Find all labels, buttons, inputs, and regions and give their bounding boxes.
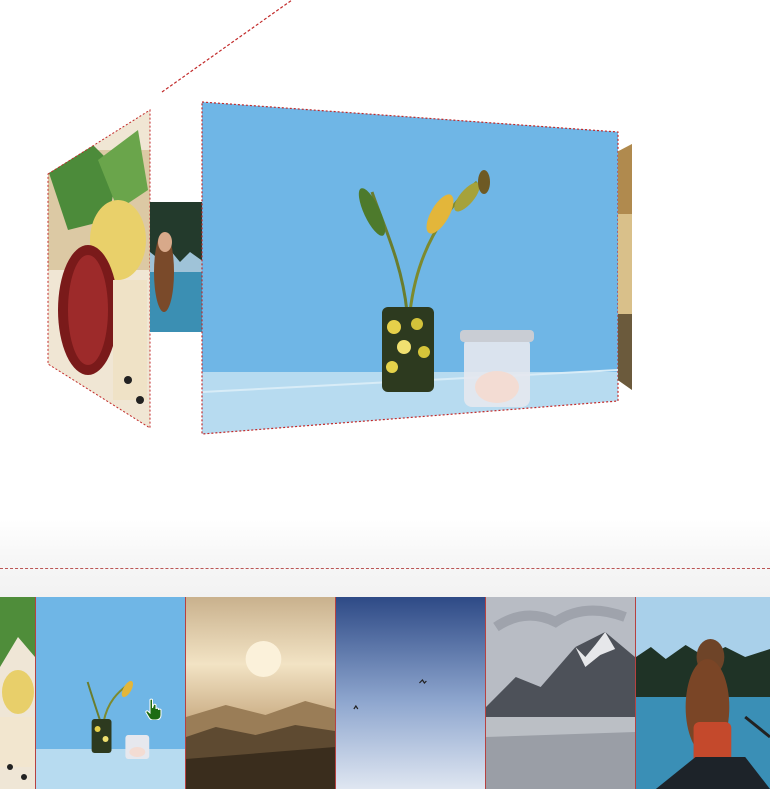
- thumbnail-divider-band: [0, 520, 770, 597]
- carousel-panel-side-edge[interactable]: [618, 144, 632, 390]
- carousel-panel-woman-lake[interactable]: [150, 202, 204, 332]
- carousel-stage: [0, 0, 770, 560]
- thumbnail-vegetables[interactable]: [0, 597, 35, 789]
- thumbnail-misty-mountain[interactable]: [485, 597, 635, 789]
- thumbnail-sunset-mountains[interactable]: [185, 597, 335, 789]
- thumbnail-plant-vase[interactable]: [35, 597, 185, 789]
- thumbnail-birds-sky[interactable]: [335, 597, 485, 789]
- thumbnail-strip: [0, 597, 770, 789]
- carousel-edge-line: [161, 0, 293, 93]
- hand-cursor-icon: [145, 698, 162, 720]
- carousel-panel-vegetables[interactable]: [48, 110, 150, 428]
- thumbnail-woman-lake[interactable]: [635, 597, 770, 789]
- carousel-panel-plant-vase[interactable]: [202, 102, 618, 434]
- thumbnail-divider-line: [0, 568, 770, 569]
